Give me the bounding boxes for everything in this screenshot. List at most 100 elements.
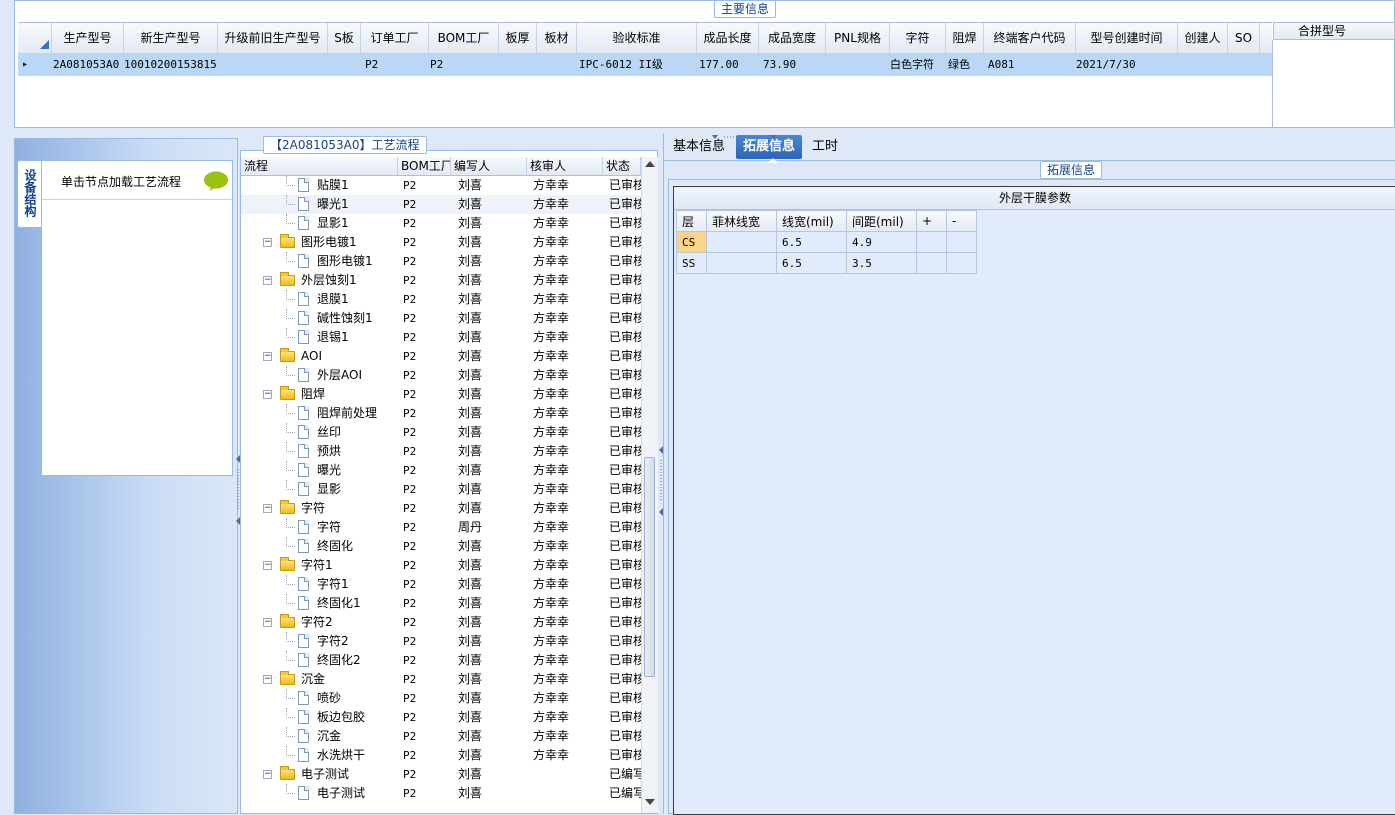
- collapse-icon[interactable]: −: [263, 770, 272, 779]
- tree-row[interactable]: − 沉金 P2 刘喜 方幸幸 已审核: [241, 670, 641, 689]
- remove-row-button[interactable]: -: [946, 210, 977, 232]
- tree-node-label[interactable]: 贴膜1: [317, 176, 349, 195]
- tab-splitter-handle[interactable]: [712, 130, 776, 139]
- tree-node-label[interactable]: 外层蚀刻1: [301, 271, 357, 290]
- col-standard[interactable]: 验收标准: [577, 23, 697, 53]
- col-length[interactable]: 成品长度: [697, 23, 759, 53]
- tree-node-label[interactable]: AOI: [301, 347, 322, 366]
- tree-row[interactable]: 电子测试 P2 刘喜 已编写: [241, 784, 641, 803]
- cell-layer[interactable]: SS: [676, 252, 707, 274]
- collapse-icon[interactable]: −: [263, 390, 272, 399]
- col-material[interactable]: 板材: [537, 23, 577, 53]
- table-row[interactable]: ▸ 2A081053A0 10010200153815 P2 P2 IPC-60…: [18, 53, 1272, 76]
- table-row[interactable]: SS 6.5 3.5: [676, 252, 977, 274]
- col-new-production-model[interactable]: 新生产型号: [124, 23, 218, 53]
- tree-node-label[interactable]: 字符1: [301, 556, 333, 575]
- cell-old-model[interactable]: [218, 53, 328, 76]
- tree-row[interactable]: 曝光1 P2 刘喜 方幸幸 已审核: [241, 195, 641, 214]
- col-process[interactable]: 流程: [241, 157, 398, 175]
- tree-row[interactable]: 字符 P2 周丹 方幸幸 已审核: [241, 518, 641, 537]
- tree-row[interactable]: 字符1 P2 刘喜 方幸幸 已审核: [241, 575, 641, 594]
- tree-node-label[interactable]: 水洗烘干: [317, 746, 365, 765]
- tree-node-label[interactable]: 电子测试: [301, 765, 349, 784]
- tree-row[interactable]: 阻焊前处理 P2 刘喜 方幸幸 已审核: [241, 404, 641, 423]
- tree-row[interactable]: − AOI P2 刘喜 方幸幸 已审核: [241, 347, 641, 366]
- collapse-icon[interactable]: −: [263, 561, 272, 570]
- add-row-button[interactable]: +: [916, 210, 947, 232]
- col-thickness[interactable]: 板厚: [499, 23, 537, 53]
- cell-char[interactable]: 白色字符: [890, 53, 946, 76]
- col-create-time[interactable]: 型号创建时间: [1076, 23, 1178, 53]
- cell-solder-mask[interactable]: 绿色: [948, 53, 984, 76]
- tree-node-label[interactable]: 沉金: [301, 670, 325, 689]
- cell-s-board[interactable]: [328, 53, 361, 76]
- scroll-down-icon[interactable]: [645, 799, 655, 805]
- tree-row[interactable]: − 字符 P2 刘喜 方幸幸 已审核: [241, 499, 641, 518]
- col-status[interactable]: 状态: [603, 157, 641, 175]
- col-production-model[interactable]: 生产型号: [52, 23, 124, 53]
- tree-row[interactable]: 退锡1 P2 刘喜 方幸幸 已审核: [241, 328, 641, 347]
- tree-node-label[interactable]: 字符2: [301, 613, 333, 632]
- tree-row[interactable]: 显影 P2 刘喜 方幸幸 已审核: [241, 480, 641, 499]
- tree-row[interactable]: 终固化 P2 刘喜 方幸幸 已审核: [241, 537, 641, 556]
- tree-node-label[interactable]: 终固化: [317, 537, 353, 556]
- cell-customer-code[interactable]: A081: [988, 53, 1076, 76]
- cell-material[interactable]: [537, 53, 577, 76]
- sort-corner-icon[interactable]: [18, 23, 52, 53]
- tree-node-label[interactable]: 电子测试: [317, 784, 365, 803]
- tree-row[interactable]: 预烘 P2 刘喜 方幸幸 已审核: [241, 442, 641, 461]
- cell-width[interactable]: 73.90: [763, 53, 823, 76]
- tree-row[interactable]: − 字符1 P2 刘喜 方幸幸 已审核: [241, 556, 641, 575]
- cell-line-width[interactable]: 6.5: [776, 231, 847, 253]
- tree-node-label[interactable]: 喷砂: [317, 689, 341, 708]
- tree-scrollbar[interactable]: [641, 157, 658, 813]
- col-creator[interactable]: 创建人: [1178, 23, 1228, 53]
- node-panel[interactable]: 单击节点加载工艺流程: [41, 160, 233, 476]
- tree-node-label[interactable]: 终固化2: [317, 651, 361, 670]
- tree-node-label[interactable]: 字符: [317, 518, 341, 537]
- cell-create-time[interactable]: 2021/7/30: [1076, 53, 1178, 76]
- cell-film-width[interactable]: [706, 231, 777, 253]
- cell-layer[interactable]: CS: [676, 231, 707, 253]
- tree-row[interactable]: 水洗烘干 P2 刘喜 方幸幸 已审核: [241, 746, 641, 765]
- col-solder-mask[interactable]: 阻焊: [946, 23, 984, 53]
- col-writer[interactable]: 编写人: [451, 157, 527, 175]
- cell-length[interactable]: 177.00: [699, 53, 759, 76]
- tab-work-hours[interactable]: 工时: [805, 135, 845, 159]
- tree-node-label[interactable]: 显影: [317, 480, 341, 499]
- tree-node-label[interactable]: 丝印: [317, 423, 341, 442]
- tree-row[interactable]: 字符2 P2 刘喜 方幸幸 已审核: [241, 632, 641, 651]
- tree-row[interactable]: 显影1 P2 刘喜 方幸幸 已审核: [241, 214, 641, 233]
- cell-production-model[interactable]: 2A081053A0: [53, 53, 123, 76]
- col-s-board[interactable]: S板: [328, 23, 361, 53]
- cell-standard[interactable]: IPC-6012 II级: [579, 53, 697, 76]
- tree-node-label[interactable]: 阻焊: [301, 385, 325, 404]
- tree-node-label[interactable]: 碱性蚀刻1: [317, 309, 373, 328]
- tree-row[interactable]: 终固化1 P2 刘喜 方幸幸 已审核: [241, 594, 641, 613]
- tree-row[interactable]: 退膜1 P2 刘喜 方幸幸 已审核: [241, 290, 641, 309]
- tree-node-label[interactable]: 外层AOI: [317, 366, 362, 385]
- tree-node-label[interactable]: 图形电镀1: [301, 233, 357, 252]
- tree-row[interactable]: 图形电镀1 P2 刘喜 方幸幸 已审核: [241, 252, 641, 271]
- speech-bubble-icon[interactable]: [203, 171, 229, 191]
- col-width[interactable]: 成品宽度: [759, 23, 826, 53]
- tree-row[interactable]: 外层AOI P2 刘喜 方幸幸 已审核: [241, 366, 641, 385]
- tree-row[interactable]: − 图形电镀1 P2 刘喜 方幸幸 已审核: [241, 233, 641, 252]
- col-old-model[interactable]: 升级前旧生产型号: [218, 23, 328, 53]
- tree-row[interactable]: 沉金 P2 刘喜 方幸幸 已审核: [241, 727, 641, 746]
- cell-order-factory[interactable]: P2: [365, 53, 425, 76]
- col-bom-factory[interactable]: BOM工厂: [429, 23, 499, 53]
- col-bom-factory[interactable]: BOM工厂: [398, 157, 451, 175]
- tree-node-label[interactable]: 退膜1: [317, 290, 349, 309]
- tree-row[interactable]: 喷砂 P2 刘喜 方幸幸 已审核: [241, 689, 641, 708]
- tree-node-label[interactable]: 图形电镀1: [317, 252, 373, 271]
- tree-row[interactable]: − 阻焊 P2 刘喜 方幸幸 已审核: [241, 385, 641, 404]
- tree-row[interactable]: − 外层蚀刻1 P2 刘喜 方幸幸 已审核: [241, 271, 641, 290]
- cell-creator[interactable]: [1178, 53, 1228, 76]
- tree-node-label[interactable]: 阻焊前处理: [317, 404, 377, 423]
- tree-row[interactable]: 贴膜1 P2 刘喜 方幸幸 已审核: [241, 176, 641, 195]
- cell-bom-factory[interactable]: P2: [430, 53, 490, 76]
- tree-row[interactable]: 碱性蚀刻1 P2 刘喜 方幸幸 已审核: [241, 309, 641, 328]
- col-so[interactable]: SO: [1228, 23, 1260, 53]
- tree-node-label[interactable]: 字符1: [317, 575, 349, 594]
